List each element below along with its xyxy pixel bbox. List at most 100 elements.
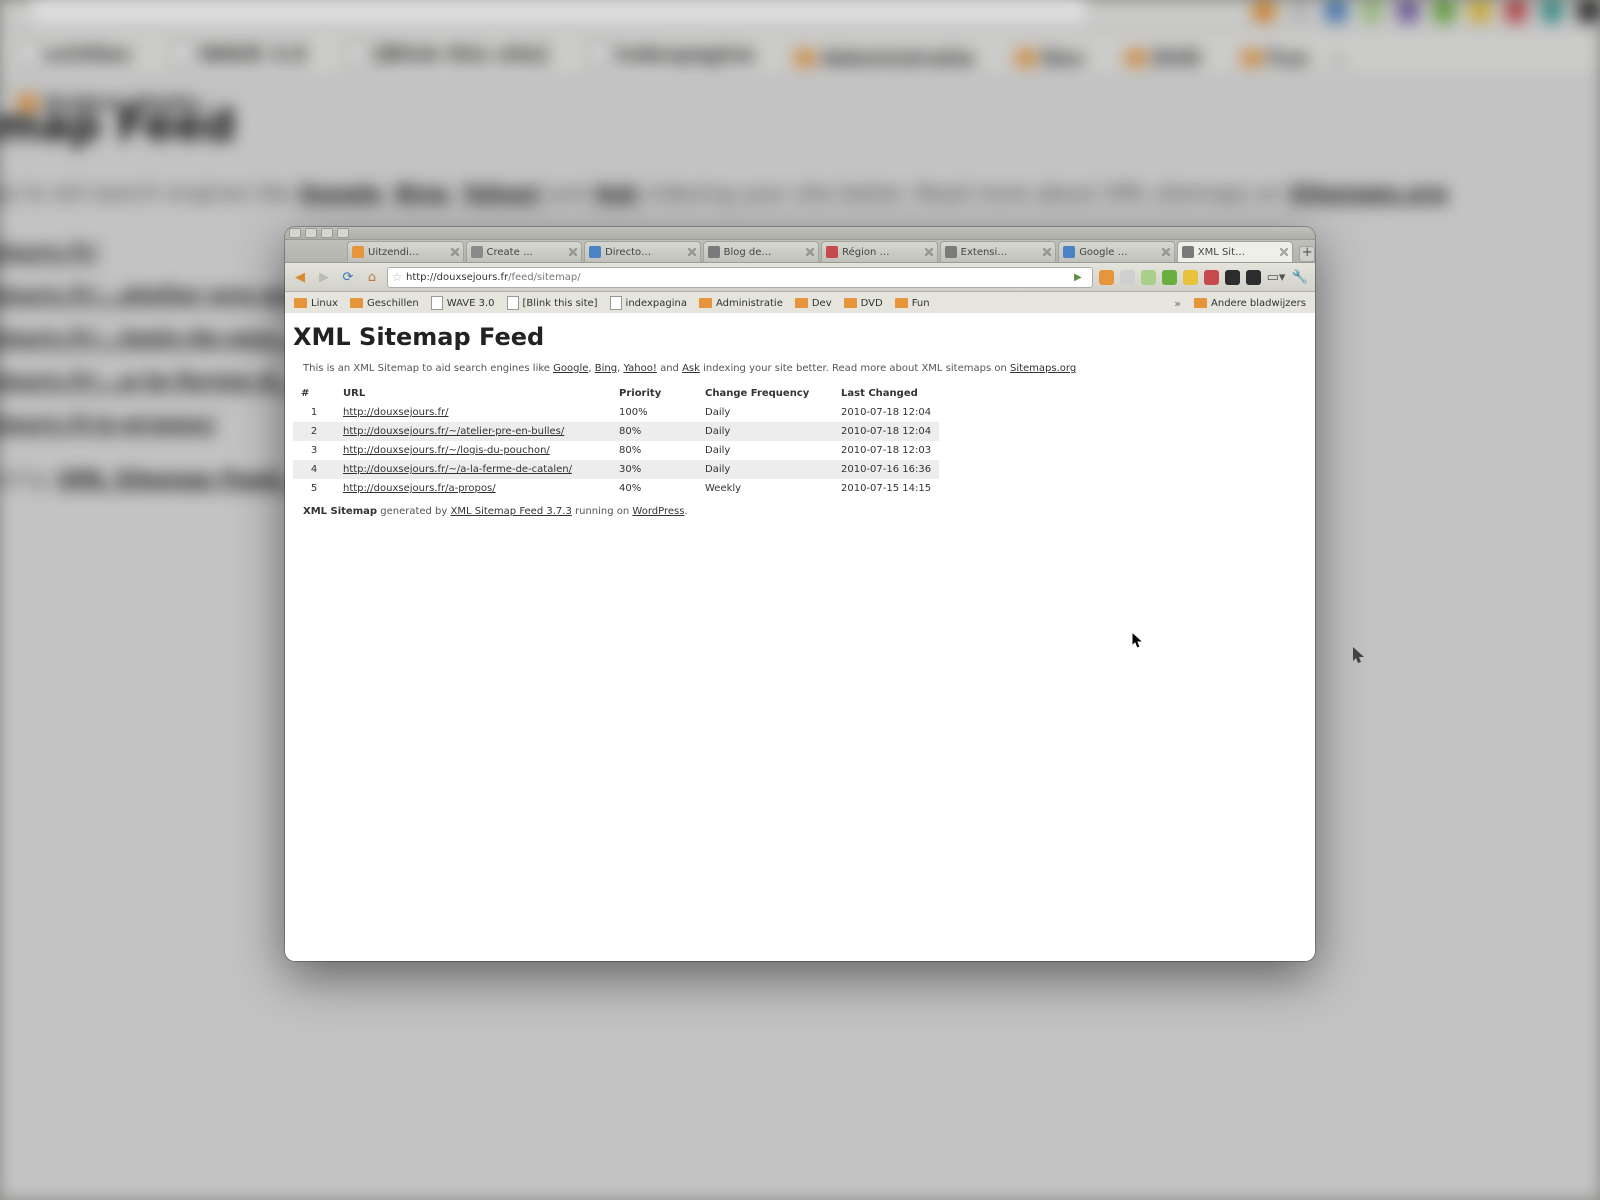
sitemap-url-link[interactable]: http://douxsejours.fr/a-propos/ bbox=[343, 483, 496, 494]
link-ask[interactable]: Ask bbox=[682, 363, 700, 374]
close-tab-icon[interactable] bbox=[925, 248, 933, 256]
address-bar[interactable]: ☆ http://douxsejours.fr/feed/sitemap/ ▶ bbox=[387, 267, 1093, 288]
bookmark-item[interactable]: Geschillen bbox=[345, 298, 424, 309]
wrench-menu-icon[interactable]: 🔧 bbox=[1291, 268, 1309, 286]
col-changefreq: Change Frequency bbox=[697, 384, 833, 403]
ext-icon[interactable] bbox=[1099, 270, 1114, 285]
bookmark-item[interactable]: indexpagina bbox=[605, 296, 692, 310]
page-icon bbox=[431, 296, 443, 310]
go-button[interactable]: ▶ bbox=[1074, 272, 1092, 283]
ext-icon[interactable] bbox=[1246, 270, 1261, 285]
folder-icon bbox=[350, 298, 363, 308]
bookmark-item[interactable]: Fun bbox=[890, 298, 935, 309]
bookmarks-overflow-icon[interactable]: » bbox=[1168, 297, 1187, 310]
close-tab-icon[interactable] bbox=[806, 248, 814, 256]
col-priority: Priority bbox=[611, 384, 697, 403]
favicon-icon bbox=[826, 246, 838, 258]
browser-tab[interactable]: Extensi… bbox=[940, 241, 1057, 262]
favicon-icon bbox=[1063, 246, 1075, 258]
page-icon bbox=[507, 296, 519, 310]
col-url: URL bbox=[335, 384, 611, 403]
link-bing[interactable]: Bing bbox=[595, 363, 617, 374]
link-google[interactable]: Google bbox=[553, 363, 588, 374]
browser-tab[interactable]: Google … bbox=[1058, 241, 1175, 262]
favicon-icon bbox=[945, 246, 957, 258]
sitemap-url-link[interactable]: http://douxsejours.fr/ bbox=[343, 407, 448, 418]
favicon-icon bbox=[1182, 246, 1194, 258]
favicon-icon bbox=[352, 246, 364, 258]
sitemap-url-link[interactable]: http://douxsejours.fr/~/a-la-ferme-de-ca… bbox=[343, 464, 572, 475]
bookmark-item[interactable]: Linux bbox=[289, 298, 343, 309]
url-path: /feed/sitemap/ bbox=[508, 272, 581, 283]
browser-tab[interactable]: XML Sit… bbox=[1177, 241, 1294, 262]
col-index: # bbox=[293, 384, 335, 403]
browser-tab[interactable]: Create … bbox=[466, 241, 583, 262]
page-menu-icon[interactable]: ▭▾ bbox=[1267, 268, 1285, 286]
toolbar-extension-icons: ▭▾ 🔧 bbox=[1099, 268, 1309, 286]
favicon-icon bbox=[708, 246, 720, 258]
tab-label: Google … bbox=[1079, 247, 1127, 258]
close-tab-icon[interactable] bbox=[569, 248, 577, 256]
tab-strip: Uitzendi… Create … Directo… Blog de… Région … bbox=[285, 240, 1315, 263]
favicon-icon bbox=[589, 246, 601, 258]
close-tab-icon[interactable] bbox=[1043, 248, 1051, 256]
home-button[interactable]: ⌂ bbox=[363, 268, 381, 286]
link-yahoo[interactable]: Yahoo! bbox=[623, 363, 656, 374]
folder-icon bbox=[699, 298, 712, 308]
browser-tab[interactable]: Région … bbox=[821, 241, 938, 262]
bookmark-item[interactable]: Administratie bbox=[694, 298, 788, 309]
nav-toolbar: ◀ ▶ ⟳ ⌂ ☆ http://douxsejours.fr/feed/sit… bbox=[285, 263, 1315, 292]
intro-text: This is an XML Sitemap to aid search eng… bbox=[303, 363, 1307, 374]
generator-footer: XML Sitemap generated by XML Sitemap Fee… bbox=[303, 506, 1307, 517]
browser-tab[interactable]: Uitzendi… bbox=[347, 241, 464, 262]
ext-icon[interactable] bbox=[1183, 270, 1198, 285]
link-sitemaps-org[interactable]: Sitemaps.org bbox=[1010, 363, 1076, 374]
folder-icon bbox=[795, 298, 808, 308]
other-bookmarks[interactable]: Andere bladwijzers bbox=[1189, 298, 1311, 309]
table-row: 1http://douxsejours.fr/100%Daily2010-07-… bbox=[293, 403, 939, 422]
page-title: XML Sitemap Feed bbox=[293, 323, 1307, 351]
ext-icon[interactable] bbox=[1141, 270, 1156, 285]
page-content: XML Sitemap Feed This is an XML Sitemap … bbox=[285, 313, 1315, 961]
bookmark-item[interactable]: WAVE 3.0 bbox=[426, 296, 500, 310]
table-row: 4http://douxsejours.fr/~/a-la-ferme-de-c… bbox=[293, 460, 939, 479]
url-host: http://douxsejours.fr bbox=[406, 272, 508, 283]
ext-icon[interactable] bbox=[1225, 270, 1240, 285]
forward-button[interactable]: ▶ bbox=[315, 268, 333, 286]
ext-icon[interactable] bbox=[1204, 270, 1219, 285]
tab-label: Directo… bbox=[605, 247, 651, 258]
tab-label: Create … bbox=[487, 247, 533, 258]
folder-icon bbox=[895, 298, 908, 308]
table-row: 2http://douxsejours.fr/~/atelier-pre-en-… bbox=[293, 422, 939, 441]
page-icon bbox=[610, 296, 622, 310]
link-wordpress[interactable]: WordPress bbox=[632, 506, 684, 517]
tab-label: XML Sit… bbox=[1198, 247, 1245, 258]
browser-tab[interactable]: Blog de… bbox=[703, 241, 820, 262]
tab-label: Extensi… bbox=[961, 247, 1008, 258]
tab-label: Blog de… bbox=[724, 247, 772, 258]
reload-button[interactable]: ⟳ bbox=[339, 268, 357, 286]
folder-icon bbox=[1194, 298, 1207, 308]
ext-icon[interactable] bbox=[1120, 270, 1135, 285]
bookmark-item[interactable]: DVD bbox=[839, 298, 888, 309]
col-lastchanged: Last Changed bbox=[833, 384, 939, 403]
link-plugin[interactable]: XML Sitemap Feed 3.7.3 bbox=[451, 506, 572, 517]
close-tab-icon[interactable] bbox=[1162, 248, 1170, 256]
bookmark-item[interactable]: [Blink this site] bbox=[502, 296, 603, 310]
window-titlebar[interactable] bbox=[285, 227, 1315, 240]
bookmark-star-icon[interactable]: ☆ bbox=[388, 270, 406, 284]
sitemap-table: # URL Priority Change Frequency Last Cha… bbox=[293, 384, 939, 498]
new-tab-button[interactable]: + bbox=[1299, 246, 1315, 262]
ext-icon[interactable] bbox=[1162, 270, 1177, 285]
table-row: 3http://douxsejours.fr/~/logis-du-poucho… bbox=[293, 441, 939, 460]
browser-window: Uitzendi… Create … Directo… Blog de… Région … bbox=[285, 227, 1315, 961]
sitemap-url-link[interactable]: http://douxsejours.fr/~/logis-du-pouchon… bbox=[343, 445, 550, 456]
folder-icon bbox=[294, 298, 307, 308]
bookmark-item[interactable]: Dev bbox=[790, 298, 837, 309]
back-button[interactable]: ◀ bbox=[291, 268, 309, 286]
sitemap-url-link[interactable]: http://douxsejours.fr/~/atelier-pre-en-b… bbox=[343, 426, 564, 437]
close-tab-icon[interactable] bbox=[451, 248, 459, 256]
close-tab-icon[interactable] bbox=[1280, 248, 1288, 256]
browser-tab[interactable]: Directo… bbox=[584, 241, 701, 262]
close-tab-icon[interactable] bbox=[688, 248, 696, 256]
